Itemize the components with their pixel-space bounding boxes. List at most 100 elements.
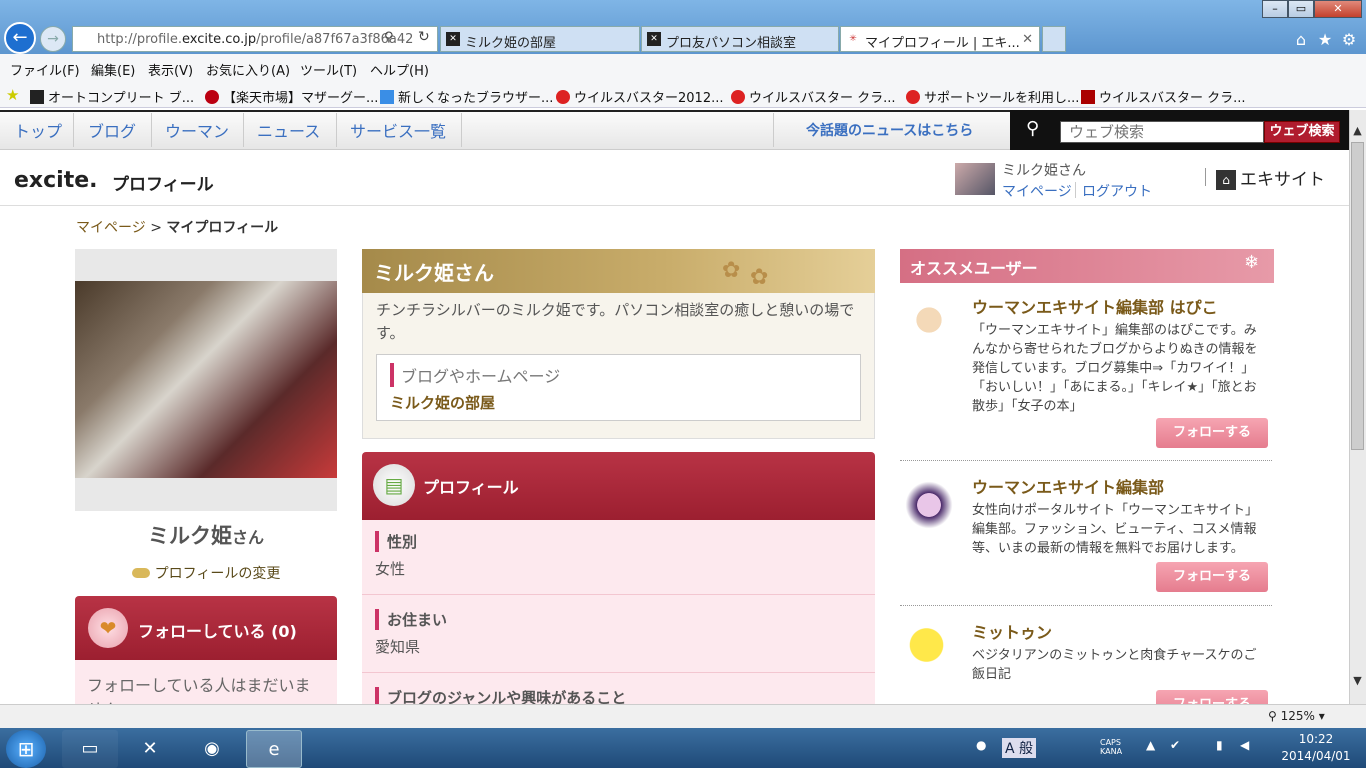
rec-user-name[interactable]: ミットゥン: [972, 619, 1052, 643]
minimize-button[interactable]: –: [1262, 0, 1288, 18]
excite-favicon-icon: ✳: [846, 32, 860, 46]
follow-button[interactable]: フォローする: [1156, 418, 1268, 448]
nav-divider: [773, 113, 774, 147]
yahoo-icon: [1081, 90, 1095, 104]
favorites-star-icon[interactable]: ★: [1316, 30, 1334, 49]
gear-icon[interactable]: ⚙: [1340, 30, 1358, 49]
url-host: excite.co.jp: [182, 32, 257, 47]
breadcrumb-mypage[interactable]: マイページ: [76, 220, 146, 236]
tab-my-profile[interactable]: ✳ マイプロフィール | エキ... ✕: [840, 26, 1040, 52]
scroll-up-arrow[interactable]: ▲: [1349, 124, 1366, 141]
zoom-icon: ⚲: [1268, 709, 1277, 723]
nav-divider: [243, 113, 244, 147]
excite-taskbar-icon[interactable]: ✕: [122, 730, 178, 768]
nav-news[interactable]: ニュース: [257, 118, 320, 142]
scroll-down-arrow[interactable]: ▼: [1349, 674, 1366, 691]
menu-edit[interactable]: 編集(E): [91, 60, 135, 79]
nav-top[interactable]: トップ: [14, 118, 62, 142]
fav-label: ウイルスバスター クラ...: [749, 91, 896, 106]
maximize-button[interactable]: ▭: [1288, 0, 1314, 18]
refresh-icon[interactable]: ↻: [418, 29, 430, 45]
chrome-taskbar-icon[interactable]: ◉: [184, 730, 240, 768]
volume-icon[interactable]: ◀: [1240, 738, 1249, 752]
close-window-button[interactable]: ✕: [1314, 0, 1362, 18]
user-avatar[interactable]: [955, 163, 995, 195]
news-link[interactable]: 今話題のニュースはこちら: [806, 120, 973, 140]
page-viewport: トップ ブログ ウーマン ニュース サービス一覧 今話題のニュースはこちら ⚲ …: [0, 110, 1349, 704]
nav-woman[interactable]: ウーマン: [165, 118, 229, 142]
zoom-control[interactable]: ⚲ 125% ▾: [1268, 709, 1325, 723]
rakuten-icon: [205, 90, 219, 104]
tray-icon[interactable]: ●: [976, 738, 986, 752]
menu-tools[interactable]: ツール(T): [300, 60, 357, 79]
explorer-taskbar-icon[interactable]: ▭: [62, 730, 118, 768]
user-avatar[interactable]: [904, 293, 954, 353]
nav-divider: [151, 113, 152, 147]
follow-button[interactable]: フォローする: [1156, 690, 1268, 704]
ime-indicator[interactable]: A 般: [1002, 738, 1037, 758]
tab-pc-consult[interactable]: ✕ プロ友パソコン相談室: [641, 26, 839, 52]
header-user-name: ミルク姫さん: [1002, 163, 1086, 179]
menu-file[interactable]: ファイル(F): [10, 60, 80, 79]
home-icon[interactable]: ⌂: [1292, 30, 1310, 49]
edit-profile-label: プロフィールの変更: [154, 566, 281, 582]
fav-item[interactable]: ウイルスバスター クラ...: [731, 87, 896, 106]
menu-view[interactable]: 表示(V): [148, 60, 193, 79]
profile-name-text: ミルク姫: [147, 524, 232, 548]
rec-divider: [900, 460, 1272, 461]
fav-item[interactable]: ウイルスバスター2012...: [556, 87, 723, 106]
field-divider: [362, 594, 875, 595]
logo-subtitle: プロフィール: [112, 175, 214, 195]
fav-label: 【楽天市場】マザーグー...: [223, 91, 379, 106]
intro-text: チンチラシルバーのミルク姫です。パソコン相談室の癒しと憩いの場です。: [376, 301, 855, 342]
excite-favicon-icon: [30, 90, 44, 104]
clock-date: 2014/04/01: [1281, 749, 1351, 763]
menu-help[interactable]: ヘルプ(H): [370, 60, 429, 79]
new-tab-button[interactable]: [1042, 26, 1066, 52]
rec-user-name[interactable]: ウーマンエキサイト編集部: [972, 474, 1164, 498]
tray-expand-icon[interactable]: ▲: [1146, 738, 1155, 752]
nav-divider: [73, 113, 74, 147]
fav-item[interactable]: 【楽天市場】マザーグー...: [205, 87, 378, 106]
web-search-button[interactable]: ウェブ検索: [1264, 121, 1340, 143]
fav-item[interactable]: オートコンプリート ブ...: [30, 87, 194, 106]
field-divider: [362, 672, 875, 673]
blog-link[interactable]: ミルク姫の部屋: [390, 392, 495, 413]
field-genre-label: ブログのジャンルや興味があること: [375, 687, 626, 704]
profile-photo: [75, 281, 337, 478]
user-avatar[interactable]: [904, 475, 954, 535]
taskbar-clock[interactable]: 10:22 2014/04/01: [1276, 731, 1356, 765]
search-icon[interactable]: ⚲: [384, 30, 394, 45]
tray-icon[interactable]: ✔: [1170, 738, 1180, 752]
profile-name: ミルク姫さん: [75, 520, 337, 550]
tab-milk-room[interactable]: ✕ ミルク姫の部屋: [440, 26, 640, 52]
fav-item[interactable]: 新しくなったブラウザー...: [380, 87, 553, 106]
logout-link[interactable]: ログアウト: [1082, 181, 1152, 201]
rec-user-name[interactable]: ウーマンエキサイト編集部 はぴこ: [972, 294, 1218, 318]
favorites-add-icon[interactable]: ★: [6, 86, 19, 104]
tab-close-icon[interactable]: ✕: [1022, 32, 1033, 47]
clock-time: 10:22: [1298, 732, 1334, 746]
ie-taskbar-icon[interactable]: e: [246, 730, 302, 768]
start-button[interactable]: ⊞: [6, 730, 46, 768]
tab-label: マイプロフィール | エキ...: [865, 36, 1020, 51]
nav-services[interactable]: サービス一覧: [350, 118, 446, 142]
scroll-thumb[interactable]: [1351, 142, 1364, 450]
fav-item[interactable]: サポートツールを利用し...: [906, 87, 1079, 106]
follow-button[interactable]: フォローする: [1156, 562, 1268, 592]
back-button[interactable]: ←: [4, 22, 36, 54]
menu-favorites[interactable]: お気に入り(A): [206, 60, 290, 79]
fav-item[interactable]: ウイルスバスター クラ...: [1081, 87, 1246, 106]
nav-blog[interactable]: ブログ: [88, 118, 136, 142]
network-icon[interactable]: ▮: [1216, 738, 1223, 752]
field-gender-label: 性別: [375, 531, 417, 552]
mypage-link[interactable]: マイページ: [1002, 181, 1072, 201]
edit-profile-link[interactable]: プロフィールの変更: [75, 563, 337, 583]
user-avatar[interactable]: [904, 618, 954, 678]
forward-button[interactable]: →: [40, 26, 66, 52]
web-search-input[interactable]: [1060, 121, 1264, 143]
following-label[interactable]: フォローしている (0): [138, 618, 297, 642]
profile-name-suffix: さん: [231, 528, 264, 547]
excite-home-link[interactable]: ⌂ エキサイト: [1216, 165, 1325, 190]
excite-logo[interactable]: excite.: [14, 168, 98, 193]
